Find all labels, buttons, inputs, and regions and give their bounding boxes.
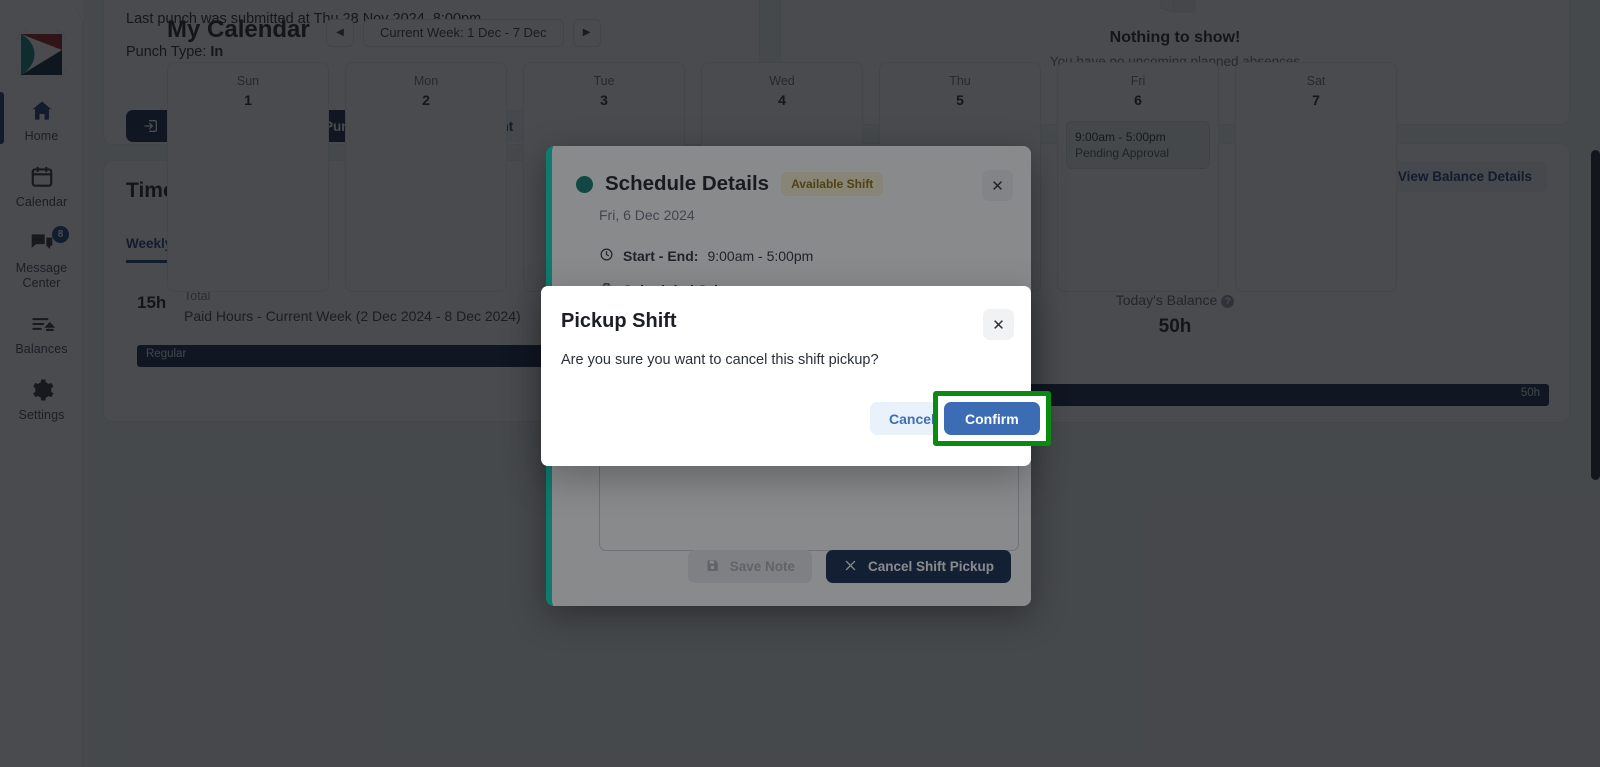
close-icon[interactable]: ✕ — [983, 309, 1014, 340]
start-end-label: Start - End: — [623, 248, 699, 264]
cancel-shift-pickup-button[interactable]: Cancel Shift Pickup — [825, 550, 1011, 583]
note-textarea[interactable] — [599, 461, 1019, 551]
schedule-date: Fri, 6 Dec 2024 — [599, 207, 695, 223]
save-icon — [705, 558, 720, 576]
schedule-details-actions: Save Note Cancel Shift Pickup — [687, 550, 1011, 583]
status-badge: Available Shift — [781, 172, 884, 196]
pickup-modal-title: Pickup Shift — [561, 310, 677, 332]
pickup-shift-modal: Pickup Shift ✕ Are you sure you want to … — [541, 286, 1051, 466]
clock-icon — [599, 247, 614, 265]
close-x-icon — [843, 558, 858, 576]
status-dot-icon — [576, 175, 593, 193]
save-note-button[interactable]: Save Note — [687, 550, 812, 583]
confirm-button[interactable]: Confirm — [944, 402, 1040, 435]
start-end-row: Start - End: 9:00am - 5:00pm — [599, 247, 813, 265]
start-end-value: 9:00am - 5:00pm — [707, 248, 814, 264]
button-label: Cancel Shift Pickup — [867, 559, 994, 574]
pickup-modal-message: Are you sure you want to cancel this shi… — [561, 352, 879, 368]
schedule-details-header: Schedule Details Available Shift — [576, 172, 884, 196]
button-label: Save Note — [729, 559, 795, 574]
schedule-details-title: Schedule Details — [605, 172, 770, 195]
close-icon[interactable]: ✕ — [982, 170, 1013, 201]
confirm-button-highlight: Confirm — [933, 391, 1051, 446]
